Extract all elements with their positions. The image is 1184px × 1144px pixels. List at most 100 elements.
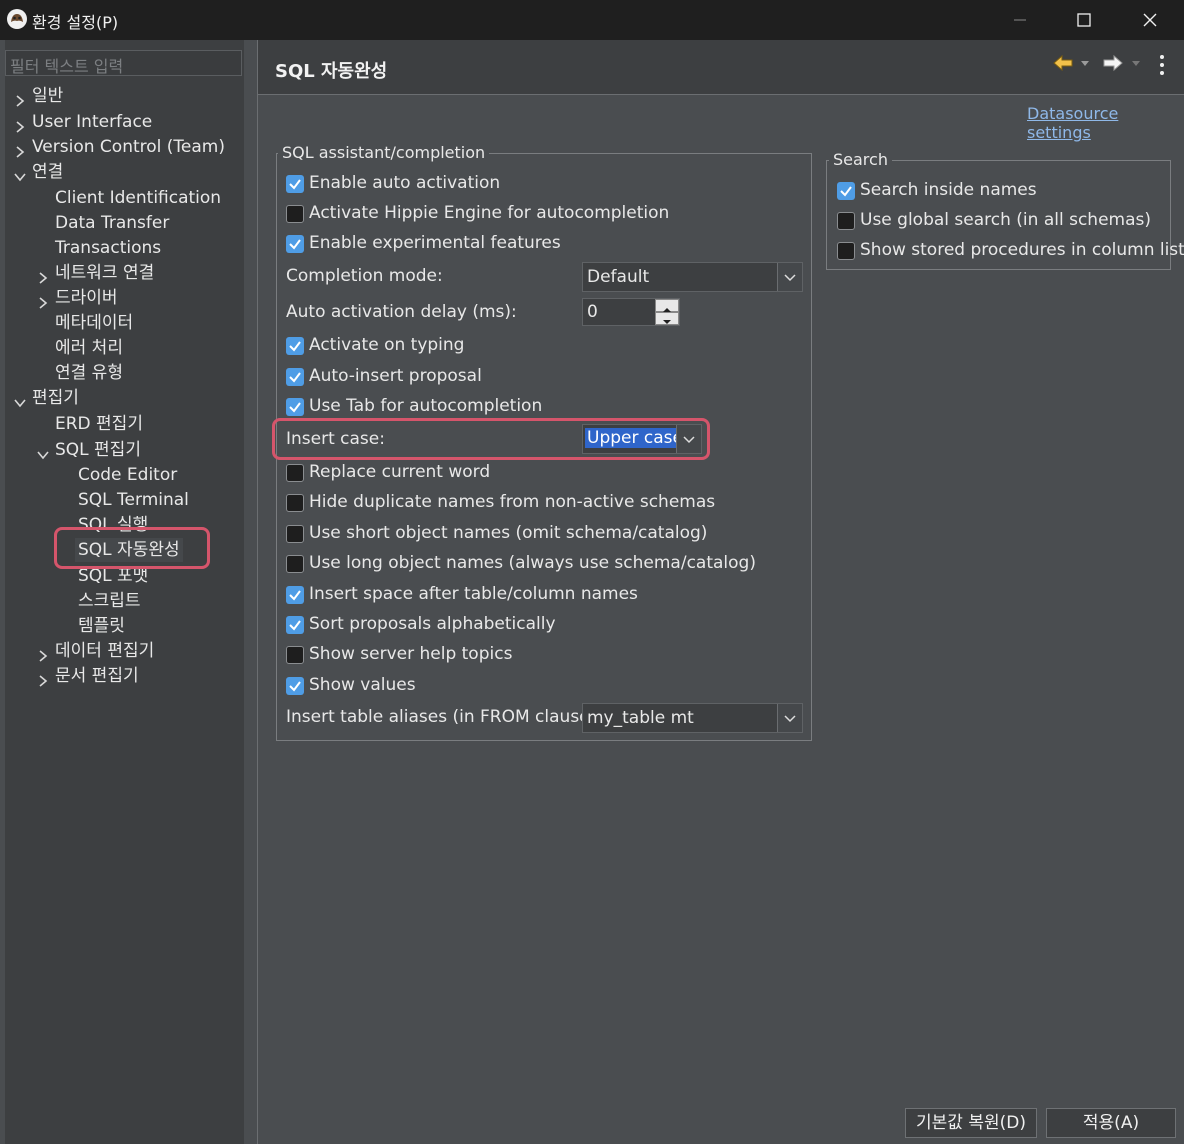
show-values-checkbox[interactable] (286, 677, 304, 695)
stored-procedures-checkbox[interactable] (837, 242, 855, 260)
auto-activation-delay-value: 0 (587, 302, 598, 322)
tree-item[interactable]: 드라이버 (31, 286, 240, 310)
experimental-features-checkbox[interactable] (286, 235, 304, 253)
auto-insert-proposal-checkbox[interactable] (286, 368, 304, 386)
tree-item[interactable]: SQL 편집기 (31, 438, 240, 462)
tree-item[interactable]: 템플릿 (54, 614, 240, 638)
filter-input[interactable]: 필터 텍스트 입력 (5, 50, 242, 76)
tree-item[interactable]: ERD 편집기 (31, 412, 240, 436)
selected-item-highlight (54, 527, 210, 569)
datasource-settings-link[interactable]: Datasource settings (1027, 104, 1184, 142)
auto-insert-proposal-label: Auto-insert proposal (309, 366, 482, 386)
tree-item-label: Data Transfer (55, 213, 170, 233)
checkmark-icon (289, 402, 301, 413)
tree-item[interactable]: Code Editor (54, 463, 240, 487)
maximize-button[interactable] (1054, 0, 1114, 40)
back-dropdown-icon[interactable] (1080, 60, 1090, 68)
tree-item[interactable]: User Interface (8, 110, 240, 134)
search-legend: Search (829, 150, 892, 169)
spinner-up-button[interactable] (655, 299, 679, 312)
chevron-right-icon[interactable] (14, 90, 26, 107)
insert-case-dropdown[interactable] (676, 425, 701, 453)
tree-item[interactable]: Data Transfer (31, 211, 240, 235)
chevron-right-icon[interactable] (37, 267, 49, 284)
table-aliases-select[interactable]: my_table mt (582, 703, 803, 733)
tree-item[interactable]: 네트워크 연결 (31, 261, 240, 285)
chevron-down-icon (784, 274, 796, 282)
more-menu-icon[interactable] (1158, 54, 1166, 76)
checkmark-icon (289, 372, 301, 383)
hide-duplicate-names-checkbox[interactable] (286, 494, 304, 512)
completion-mode-select[interactable]: Default (582, 262, 803, 292)
enable-auto-activation-checkbox[interactable] (286, 175, 304, 193)
chevron-down-icon (784, 715, 796, 723)
hippie-engine-label: Activate Hippie Engine for autocompletio… (309, 203, 670, 223)
tree-item[interactable]: 일반 (8, 84, 240, 108)
tree-item[interactable]: 스크립트 (54, 589, 240, 613)
splitter[interactable] (244, 40, 257, 1144)
global-search-label: Use global search (in all schemas) (860, 210, 1151, 230)
restore-defaults-button[interactable]: 기본값 복원(D) (905, 1108, 1037, 1138)
spinner-down-button[interactable] (655, 312, 679, 325)
tree-item[interactable]: Version Control (Team) (8, 135, 240, 159)
chevron-down-icon[interactable] (14, 166, 26, 182)
chevron-right-icon[interactable] (14, 141, 26, 158)
forward-dropdown-icon[interactable] (1131, 60, 1141, 68)
hippie-engine-checkbox[interactable] (286, 205, 304, 223)
hide-duplicate-names-label: Hide duplicate names from non-active sch… (309, 492, 716, 512)
sort-alphabetically-checkbox[interactable] (286, 616, 304, 634)
chevron-right-icon[interactable] (37, 645, 49, 662)
tree-item[interactable]: 편집기 (8, 386, 240, 410)
use-tab-label: Use Tab for autocompletion (309, 396, 543, 416)
sql-assistant-legend: SQL assistant/completion (278, 143, 490, 162)
chevron-right-icon[interactable] (37, 292, 49, 309)
apply-button[interactable]: 적용(A) (1046, 1108, 1176, 1138)
checkmark-icon (289, 681, 301, 692)
chevron-down-icon (683, 436, 695, 444)
long-object-names-checkbox[interactable] (286, 555, 304, 573)
tree-item[interactable]: 연결 (8, 160, 240, 184)
insert-space-checkbox[interactable] (286, 586, 304, 604)
chevron-right-icon[interactable] (14, 116, 26, 133)
activate-on-typing-checkbox[interactable] (286, 337, 304, 355)
close-icon (1143, 13, 1157, 27)
auto-activation-delay-spinner[interactable]: 0 (582, 298, 680, 326)
checkmark-icon (289, 341, 301, 352)
window-title-bar: 환경 설정(P) (0, 0, 1184, 40)
tree-item-label: 문서 편집기 (55, 666, 139, 686)
tree-item[interactable]: 에러 처리 (31, 336, 240, 360)
tree-item[interactable]: 데이터 편집기 (31, 639, 240, 663)
chevron-right-icon[interactable] (37, 670, 49, 687)
short-object-names-checkbox[interactable] (286, 525, 304, 543)
chevron-down-icon[interactable] (14, 392, 26, 408)
tree-item[interactable]: SQL Terminal (54, 488, 240, 512)
forward-arrow-icon[interactable] (1102, 52, 1124, 74)
splitter-line (257, 40, 258, 1144)
completion-mode-value: Default (587, 267, 650, 287)
use-tab-checkbox[interactable] (286, 398, 304, 416)
insert-case-select[interactable]: Upper case (582, 424, 702, 454)
long-object-names-label: Use long object names (always use schema… (309, 553, 756, 573)
tree-item-label: 템플릿 (78, 616, 125, 636)
tree-item[interactable]: Client Identification (31, 186, 240, 210)
minimize-button[interactable] (990, 0, 1050, 40)
tree-item[interactable]: 연결 유형 (31, 361, 240, 385)
tree-item[interactable]: 메타데이터 (31, 311, 240, 335)
close-button[interactable] (1120, 0, 1180, 40)
minimize-icon (1014, 19, 1026, 21)
page-title: SQL 자동완성 (275, 61, 388, 82)
server-help-topics-checkbox[interactable] (286, 646, 304, 664)
tree-item-label: Code Editor (78, 465, 178, 485)
table-aliases-dropdown[interactable] (777, 704, 802, 732)
back-arrow-icon[interactable] (1052, 52, 1074, 74)
chevron-down-icon[interactable] (37, 444, 49, 460)
tree-item[interactable]: 문서 편집기 (31, 664, 240, 688)
insert-case-label: Insert case: (286, 429, 385, 449)
tree-item-label: SQL Terminal (78, 490, 189, 510)
tree-item[interactable]: Transactions (31, 236, 240, 260)
completion-mode-dropdown[interactable] (777, 263, 802, 291)
search-inside-names-checkbox[interactable] (837, 182, 855, 200)
replace-current-word-checkbox[interactable] (286, 464, 304, 482)
global-search-checkbox[interactable] (837, 212, 855, 230)
insert-space-label: Insert space after table/column names (309, 584, 638, 604)
